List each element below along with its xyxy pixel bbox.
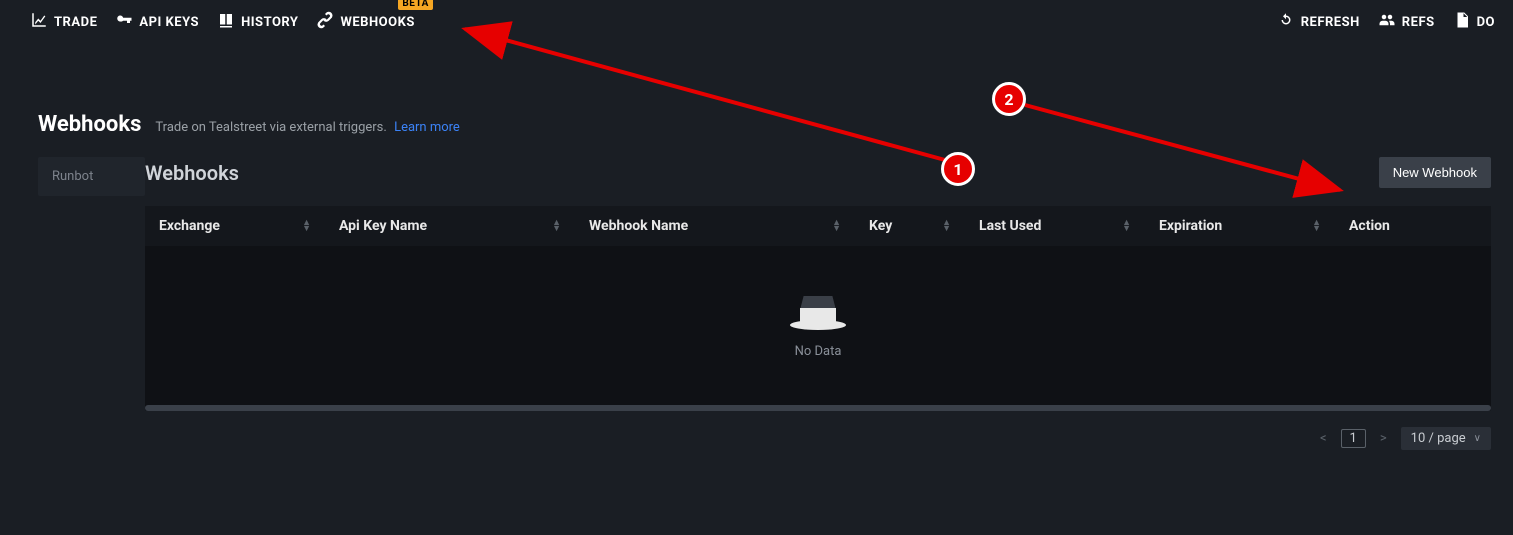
- nav-apikeys-label: API KEYS: [139, 15, 199, 30]
- pager-size-select[interactable]: 10 / page ∨: [1401, 427, 1491, 450]
- pagination: < 1 > 10 / page ∨: [145, 427, 1491, 450]
- beta-badge: BETA: [398, 0, 433, 10]
- col-action: Action: [1335, 206, 1491, 246]
- section-header: Webhooks New Webhook: [145, 157, 1491, 188]
- page-subtitle-text: Trade on Tealstreet via external trigger…: [155, 120, 386, 135]
- table-header-row: Exchange ▲▼ Api Key Name ▲▼ Webhook Name ▲▼…: [145, 206, 1491, 246]
- link-icon: [316, 11, 334, 33]
- key-icon: [115, 11, 133, 33]
- pager-current[interactable]: 1: [1341, 429, 1366, 448]
- nav-left-group: TRADE API KEYS HISTORY WEBHOOKS BETA: [30, 11, 415, 33]
- sort-icon: ▲▼: [942, 220, 951, 232]
- book-icon: [217, 11, 235, 33]
- pager-next[interactable]: >: [1376, 429, 1391, 448]
- chevron-down-icon: ∨: [1474, 433, 1481, 444]
- sort-icon: ▲▼: [302, 220, 311, 232]
- table-empty-row: No Data: [145, 246, 1491, 399]
- sort-icon: ▲▼: [552, 220, 561, 232]
- sort-icon: ▲▼: [1312, 220, 1321, 232]
- nav-refs[interactable]: REFS: [1378, 11, 1435, 33]
- webhooks-table-wrap: Exchange ▲▼ Api Key Name ▲▼ Webhook Name ▲▼…: [145, 206, 1491, 411]
- section-title: Webhooks: [145, 161, 239, 185]
- sort-icon: ▲▼: [1122, 220, 1131, 232]
- page-subtitle: Trade on Tealstreet via external trigger…: [155, 120, 459, 135]
- users-icon: [1378, 11, 1396, 33]
- body-row: Runbot Webhooks New Webhook Exchange ▲▼ A…: [0, 157, 1513, 450]
- col-key-label: Key: [869, 218, 892, 234]
- nav-history-label: HISTORY: [241, 15, 298, 30]
- top-navigation: TRADE API KEYS HISTORY WEBHOOKS BETA: [0, 0, 1513, 44]
- page-header: Webhooks Trade on Tealstreet via externa…: [0, 44, 1513, 137]
- col-exchange-label: Exchange: [159, 218, 220, 234]
- pager-prev[interactable]: <: [1316, 429, 1331, 448]
- nav-trade[interactable]: TRADE: [30, 11, 97, 33]
- nav-history[interactable]: HISTORY: [217, 11, 298, 33]
- page-title: Webhooks: [38, 112, 141, 137]
- col-lastused-label: Last Used: [979, 218, 1041, 234]
- nav-refresh-label: REFRESH: [1301, 15, 1360, 30]
- nav-do-label: DO: [1477, 15, 1495, 30]
- doc-icon: [1453, 11, 1471, 33]
- col-expiration-label: Expiration: [1159, 218, 1222, 234]
- table-scrollbar[interactable]: [145, 405, 1491, 411]
- col-lastused[interactable]: Last Used ▲▼: [965, 206, 1145, 246]
- main-column: Webhooks New Webhook Exchange ▲▼ Api Key …: [145, 157, 1513, 450]
- nav-webhooks-label: WEBHOOKS: [340, 15, 414, 30]
- nav-do[interactable]: DO: [1453, 11, 1495, 33]
- col-apikeyname[interactable]: Api Key Name ▲▼: [325, 206, 575, 246]
- refresh-icon: [1277, 11, 1295, 33]
- nav-refs-label: REFS: [1402, 15, 1435, 30]
- empty-text: No Data: [145, 344, 1491, 359]
- pager-size-label: 10 / page: [1411, 431, 1466, 446]
- webhooks-table: Exchange ▲▼ Api Key Name ▲▼ Webhook Name ▲▼…: [145, 206, 1491, 399]
- col-expiration[interactable]: Expiration ▲▼: [1145, 206, 1335, 246]
- col-exchange[interactable]: Exchange ▲▼: [145, 206, 325, 246]
- new-webhook-button[interactable]: New Webhook: [1379, 157, 1491, 188]
- side-tab-runbot[interactable]: Runbot: [38, 157, 145, 196]
- nav-refresh[interactable]: REFRESH: [1277, 11, 1360, 33]
- col-action-label: Action: [1349, 218, 1390, 234]
- side-tabs: Runbot: [0, 157, 145, 450]
- sort-icon: ▲▼: [832, 220, 841, 232]
- col-webhookname-label: Webhook Name: [589, 218, 688, 234]
- col-webhookname[interactable]: Webhook Name ▲▼: [575, 206, 855, 246]
- nav-webhooks[interactable]: WEBHOOKS BETA: [316, 11, 414, 33]
- nav-apikeys[interactable]: API KEYS: [115, 11, 199, 33]
- empty-cell: No Data: [145, 246, 1491, 399]
- col-key[interactable]: Key ▲▼: [855, 206, 965, 246]
- nav-trade-label: TRADE: [54, 15, 97, 30]
- learn-more-link[interactable]: Learn more: [394, 120, 460, 135]
- nav-right-group: REFRESH REFS DO: [1277, 11, 1495, 33]
- col-apikeyname-label: Api Key Name: [339, 218, 427, 234]
- empty-icon: [793, 296, 843, 336]
- chart-icon: [30, 11, 48, 33]
